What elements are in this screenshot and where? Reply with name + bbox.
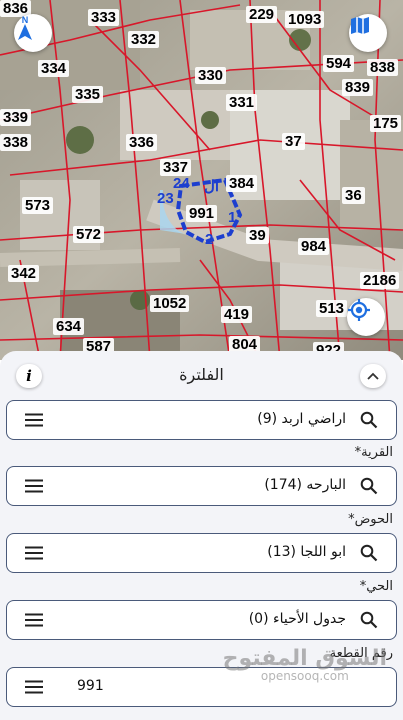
governorate-select[interactable]: اراضي اربد (9): [6, 400, 397, 440]
map-icon: [351, 17, 369, 34]
filter-header: i الفلترة: [0, 351, 403, 399]
parcel-label: 573: [22, 197, 54, 214]
parcel-label: 839: [342, 79, 374, 96]
parcel-label: 338: [0, 134, 32, 151]
vertex-label: 24: [173, 175, 190, 192]
parcel-label: 333: [88, 9, 120, 26]
svg-text:N: N: [22, 15, 29, 25]
filter-title: الفلترة: [179, 365, 224, 384]
parcel-label: 419: [221, 306, 253, 323]
basin-select[interactable]: ابو اللجا (13): [6, 533, 397, 573]
parcel-label: 335: [72, 86, 104, 103]
menu-icon[interactable]: [25, 479, 43, 493]
parcel-label: 36: [342, 187, 365, 204]
my-location-button[interactable]: [347, 298, 385, 336]
parcel-label: 339: [0, 109, 32, 126]
parcel-label: 175: [370, 115, 402, 132]
village-select[interactable]: البارحه (174): [6, 466, 397, 506]
map-layers-button[interactable]: [349, 14, 387, 52]
parcel-label: 334: [38, 60, 70, 77]
parcel-label: 513: [316, 300, 348, 317]
district-value: جدول الأحياء (0): [248, 611, 346, 627]
district-select[interactable]: جدول الأحياء (0): [6, 600, 397, 640]
parcel-label: 572: [73, 226, 105, 243]
parcel-label: 2186: [360, 272, 400, 289]
basin-label: الحوض*: [348, 512, 393, 527]
vertex-label: 23: [157, 190, 174, 207]
district-label: الحي*: [359, 579, 393, 594]
collapse-button[interactable]: [360, 364, 386, 388]
search-icon[interactable]: [360, 411, 378, 429]
parcel-label: 331: [226, 94, 258, 111]
watermark-arabic: السوق المفتوح: [222, 646, 387, 671]
parcel-label: 1052: [150, 295, 190, 312]
parcel-label: 37: [282, 133, 305, 150]
compass-button[interactable]: N: [14, 14, 52, 52]
parcel-label: 39: [246, 227, 269, 244]
parcel-number-value: 991: [77, 678, 104, 694]
parcel-label: 634: [53, 318, 85, 335]
map-view[interactable]: 836 333 229 1093 332 594 838 334 330 839…: [0, 0, 403, 360]
parcel-label: 1093: [285, 11, 325, 28]
parcel-label: 342: [8, 265, 40, 282]
parcel-label: 984: [298, 238, 330, 255]
parcel-label: 991: [186, 205, 218, 222]
village-value: البارحه (174): [264, 477, 346, 493]
location-target-icon: [348, 299, 370, 321]
parcel-label: 332: [128, 31, 160, 48]
parcel-label: 384: [226, 175, 258, 192]
menu-icon[interactable]: [25, 613, 43, 627]
menu-icon[interactable]: [25, 413, 43, 427]
chevron-up-icon: [367, 372, 379, 380]
governorate-value: اراضي اربد (9): [257, 411, 346, 427]
parcel-label: 229: [246, 6, 278, 23]
parcel-label: 838: [367, 59, 399, 76]
partial-label: ال: [204, 178, 220, 195]
vertex-label: 1: [228, 209, 237, 226]
village-label: القرية*: [354, 445, 393, 460]
compass-icon: N: [18, 15, 32, 40]
watermark: السوق المفتوح opensooq.com: [223, 646, 387, 683]
search-icon[interactable]: [360, 544, 378, 562]
parcel-label: 336: [126, 134, 158, 151]
menu-icon[interactable]: [25, 546, 43, 560]
parcel-label: 337: [160, 159, 192, 176]
watermark-latin: opensooq.com: [260, 669, 349, 683]
search-icon[interactable]: [360, 477, 378, 495]
basin-value: ابو اللجا (13): [267, 544, 346, 560]
parcel-label: 594: [323, 55, 355, 72]
search-icon[interactable]: [360, 611, 378, 629]
parcel-label: 330: [195, 67, 227, 84]
menu-icon[interactable]: [25, 680, 43, 694]
vertex-label: 2: [205, 231, 214, 248]
